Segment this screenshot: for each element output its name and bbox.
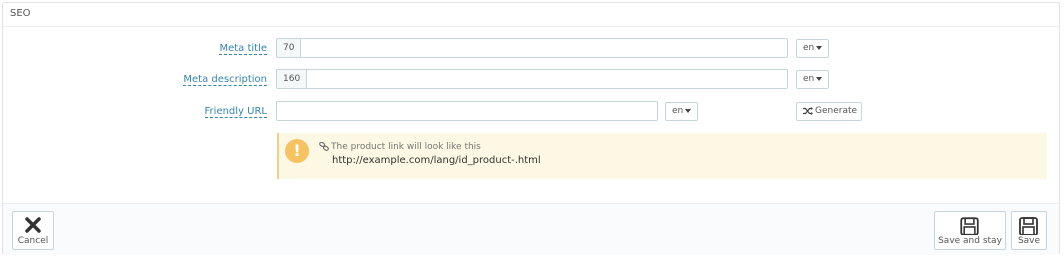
friendly-url-input[interactable] xyxy=(276,101,658,121)
friendly-url-lang-button[interactable]: en xyxy=(665,102,698,121)
meta-description-counter: 160 xyxy=(276,69,306,89)
meta-description-input[interactable] xyxy=(306,69,788,89)
seo-panel: SEO Meta title 70 en Meta description 16… xyxy=(2,2,1060,255)
panel-title: SEO xyxy=(10,8,31,19)
exclamation-icon: ! xyxy=(285,139,309,163)
meta-title-input[interactable] xyxy=(300,38,788,58)
panel-heading: SEO xyxy=(3,3,1059,27)
save-button[interactable]: Save xyxy=(1011,211,1047,250)
friendly-url-label: Friendly URL xyxy=(204,106,267,118)
meta-title-lang-button[interactable]: en xyxy=(796,39,829,58)
product-link-alert: ! The product link will look like this h… xyxy=(277,133,1047,179)
close-icon xyxy=(25,217,41,233)
alert-url: http://example.com/lang/id_product-.html xyxy=(332,155,541,166)
floppy-disk-icon xyxy=(960,217,979,235)
meta-title-counter: 70 xyxy=(276,38,300,58)
cancel-button[interactable]: Cancel xyxy=(12,211,54,250)
caret-down-icon xyxy=(685,108,692,113)
meta-title-label: Meta title xyxy=(219,43,267,55)
meta-description-lang-button[interactable]: en xyxy=(796,70,829,89)
caret-down-icon xyxy=(816,45,823,50)
floppy-disk-icon xyxy=(1019,217,1038,235)
shuffle-icon xyxy=(803,106,813,115)
save-and-stay-button[interactable]: Save and stay xyxy=(934,211,1006,250)
generate-button[interactable]: Generate xyxy=(796,102,862,121)
alert-message: The product link will look like this xyxy=(319,141,481,152)
caret-down-icon xyxy=(816,76,823,81)
link-icon xyxy=(319,141,329,151)
meta-description-label: Meta description xyxy=(183,74,267,86)
panel-footer: Cancel Save and stay Save xyxy=(3,203,1059,255)
